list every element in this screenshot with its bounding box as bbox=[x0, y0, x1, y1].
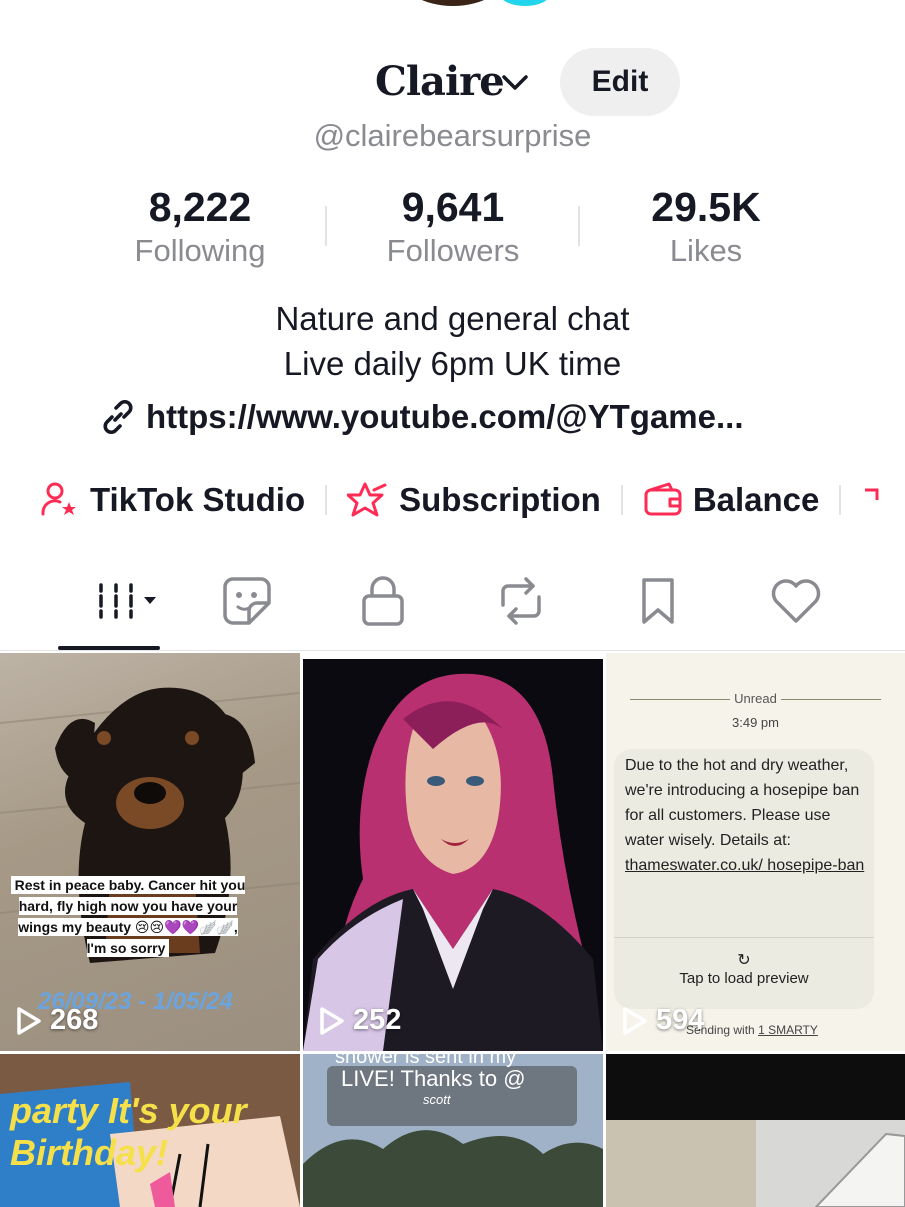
bio-line: Live daily 6pm UK time bbox=[283, 345, 622, 382]
quick-divider bbox=[839, 485, 842, 515]
profile-tabs bbox=[0, 570, 905, 652]
live-caption: LIVE! Thanks to @ bbox=[341, 1066, 526, 1091]
quick-divider bbox=[325, 485, 328, 515]
profile-stats: 8,222 Following 9,641 Followers 29.5K Li… bbox=[0, 184, 905, 274]
sms-sending-label: Sending with 1 SMARTY bbox=[686, 1023, 818, 1037]
balance-button[interactable]: Balance bbox=[643, 480, 820, 520]
repost-icon bbox=[501, 577, 541, 625]
video-caption: Rest in peace baby. Cancer hit you hard,… bbox=[10, 875, 246, 959]
view-count-value: 252 bbox=[353, 1004, 402, 1036]
subscription-button[interactable]: Subscription bbox=[347, 480, 601, 520]
chevron-down-icon[interactable] bbox=[500, 72, 530, 94]
edit-profile-button[interactable]: Edit bbox=[560, 48, 680, 116]
sticker-icon bbox=[223, 577, 271, 625]
birthday-caption: party It's your Birthday! bbox=[10, 1090, 247, 1173]
lock-icon bbox=[362, 576, 404, 626]
sms-preview-label: Tap to load preview bbox=[679, 970, 809, 987]
window-image bbox=[606, 1054, 905, 1207]
profile-handle: @clairebearsurprise bbox=[313, 118, 592, 153]
grid-icon bbox=[99, 583, 156, 619]
live-caption-user: scott bbox=[423, 1092, 451, 1107]
sms-preview: ↻ Tap to load preview bbox=[614, 937, 874, 1009]
tab-reposts[interactable] bbox=[466, 570, 576, 632]
stat-label: Followers bbox=[386, 233, 520, 268]
stat-label: Following bbox=[134, 233, 266, 268]
tab-stickers[interactable] bbox=[192, 570, 302, 632]
stat-label: Likes bbox=[669, 233, 743, 268]
tab-liked[interactable] bbox=[741, 570, 851, 632]
stat-likes[interactable]: 29.5K Likes bbox=[586, 184, 826, 269]
view-count: 594 bbox=[622, 1004, 704, 1037]
refresh-icon: ↻ bbox=[737, 952, 751, 969]
tiktok-studio-button[interactable]: TikTok Studio bbox=[40, 480, 305, 520]
wallet-icon bbox=[644, 482, 682, 516]
stat-divider bbox=[325, 206, 327, 246]
play-icon bbox=[623, 1006, 647, 1035]
balance-label: Balance bbox=[692, 481, 820, 518]
video-thumbnail[interactable]: Rest in peace baby. Cancer hit you hard,… bbox=[0, 653, 300, 1051]
subscription-label: Subscription bbox=[399, 481, 601, 518]
stat-followers[interactable]: 9,641 Followers bbox=[333, 184, 573, 269]
person-star-icon bbox=[41, 482, 76, 516]
stat-divider bbox=[578, 206, 580, 246]
view-count: 268 bbox=[16, 1004, 98, 1037]
add-avatar-badge[interactable] bbox=[500, 0, 550, 6]
video-grid: Rest in peace baby. Cancer hit you hard,… bbox=[0, 653, 905, 1207]
link-icon bbox=[103, 400, 133, 434]
video-thumbnail[interactable] bbox=[606, 1054, 905, 1207]
video-thumbnail[interactable]: shower is sent in my LIVE! Thanks to @ s… bbox=[303, 1054, 603, 1207]
stat-value: 9,641 bbox=[401, 184, 505, 230]
stat-following[interactable]: 8,222 Following bbox=[80, 184, 320, 269]
view-count-value: 594 bbox=[656, 1004, 705, 1036]
quick-divider bbox=[620, 485, 623, 515]
tabs-divider bbox=[0, 650, 905, 651]
more-actions-icon[interactable] bbox=[861, 480, 881, 520]
bio-link[interactable]: https://www.youtube.com/@YTgame... bbox=[98, 395, 744, 439]
quick-actions: TikTok Studio Subscription Balance bbox=[40, 475, 881, 525]
tab-favorites[interactable] bbox=[603, 570, 713, 632]
tab-videos[interactable] bbox=[62, 570, 172, 632]
sms-time: 3:49 pm bbox=[732, 715, 779, 730]
tiktok-studio-label: TikTok Studio bbox=[90, 481, 306, 518]
star-badge-icon bbox=[347, 482, 387, 517]
sms-link: thameswater.co.uk/ hosepipe-ban bbox=[625, 857, 865, 874]
profile-name[interactable]: Claire bbox=[375, 58, 505, 105]
play-icon bbox=[320, 1006, 344, 1035]
view-count-value: 268 bbox=[50, 1004, 99, 1036]
video-thumbnail[interactable]: Unread 3:49 pm Due to the hot and dry we… bbox=[606, 653, 905, 1051]
view-count: 252 bbox=[319, 1004, 401, 1037]
play-icon bbox=[17, 1006, 41, 1035]
avatar[interactable] bbox=[398, 0, 508, 6]
stat-value: 8,222 bbox=[148, 184, 252, 230]
bio-link-text: https://www.youtube.com/@YTgame... bbox=[146, 398, 744, 435]
heart-icon bbox=[771, 579, 821, 623]
bio-line: Nature and general chat bbox=[275, 300, 630, 337]
video-thumbnail[interactable]: party It's your Birthday! bbox=[0, 1054, 300, 1207]
name-row: Claire Edit bbox=[0, 48, 905, 118]
bookmark-icon bbox=[642, 578, 674, 624]
sms-unread-marker: Unread bbox=[606, 691, 905, 706]
sms-body: Due to the hot and dry weather, we're in… bbox=[625, 757, 860, 849]
stat-value: 29.5K bbox=[651, 184, 761, 230]
sms-text: Due to the hot and dry weather, we're in… bbox=[625, 753, 865, 878]
video-thumbnail[interactable]: 252 bbox=[303, 659, 603, 1051]
tab-private[interactable] bbox=[328, 570, 438, 632]
portrait-image bbox=[303, 673, 603, 1051]
sms-send-link: 1 SMARTY bbox=[758, 1023, 818, 1037]
